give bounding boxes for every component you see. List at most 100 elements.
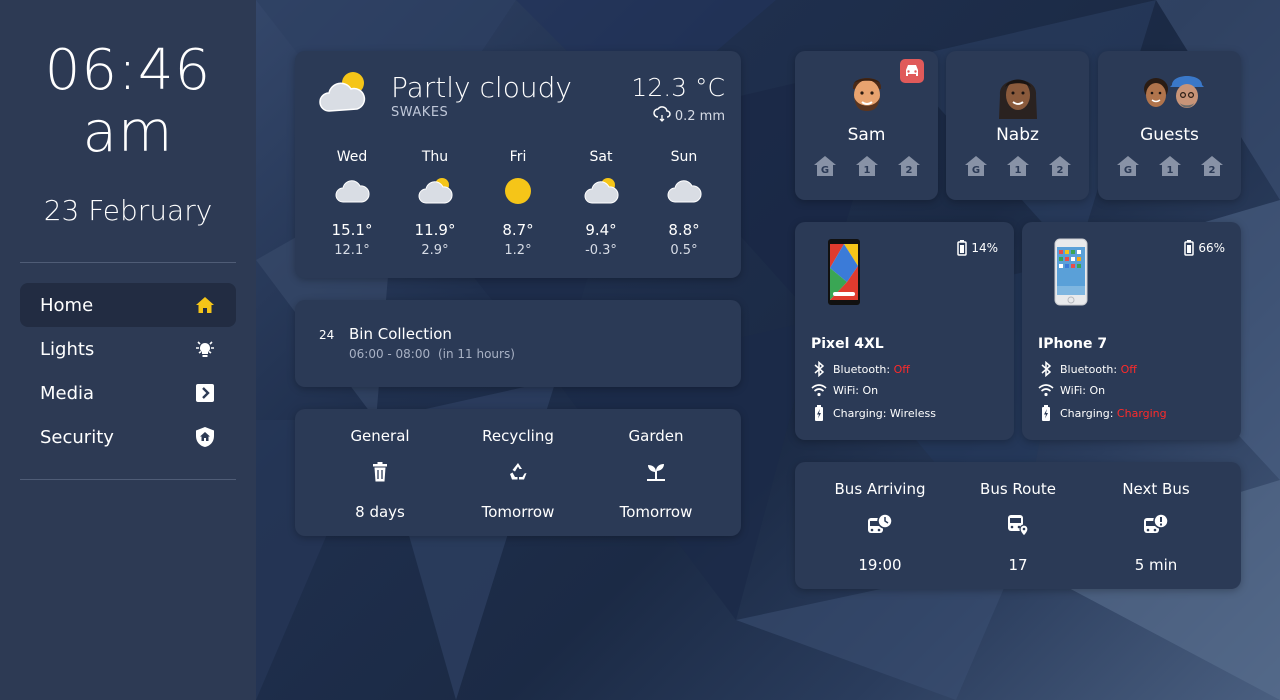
forecast-high: 15.1° — [331, 221, 373, 239]
forecast-day-name: Wed — [336, 149, 368, 165]
avatar — [795, 69, 938, 117]
svg-text:2: 2 — [1056, 165, 1063, 176]
bus-marker-icon — [958, 510, 1078, 540]
bin-general[interactable]: General 8 days — [320, 427, 440, 536]
battery-icon — [957, 240, 968, 256]
bluetooth-value: Off — [893, 362, 910, 376]
person-name: Sam — [847, 125, 886, 145]
bin-value: Tomorrow — [481, 503, 555, 521]
battery-indicator: 14% — [957, 240, 998, 256]
recycle-icon — [458, 457, 578, 487]
calendar-event-card[interactable]: 24 Bin Collection 06:00 - 08:00 (in 11 h… — [295, 300, 741, 387]
svg-text:G: G — [971, 165, 979, 176]
event-day: 24 — [319, 328, 335, 342]
sidebar-nav: Home Lights Media Security — [20, 283, 236, 459]
svg-text:1: 1 — [1014, 165, 1021, 176]
battery-value: 66% — [1198, 241, 1225, 255]
shield-home-icon — [194, 426, 216, 448]
bus-alert-icon — [1096, 510, 1216, 540]
sidebar-item-security[interactable]: Security — [20, 415, 236, 459]
sidebar-item-home[interactable]: Home — [20, 283, 236, 327]
bus-value: 5 min — [1134, 556, 1178, 574]
avatar — [1098, 69, 1241, 115]
person-card-sam[interactable]: Sam G 1 2 — [795, 51, 938, 200]
charging-status: Charging: Wireless — [811, 405, 936, 421]
trash-icon — [320, 457, 440, 487]
floor-1-icon: 1 — [1158, 156, 1181, 176]
floor-2-icon: 2 — [897, 156, 920, 176]
weather-condition: Partly cloudy — [391, 71, 572, 104]
forecast-high: 9.4° — [585, 221, 617, 239]
wifi-status: WiFi: On — [1038, 383, 1105, 397]
person-card-nabz[interactable]: Nabz G 1 2 — [946, 51, 1089, 200]
forecast-day-name: Sun — [670, 149, 698, 165]
floor-g-icon: G — [1116, 156, 1139, 176]
charging-status: Charging: Charging — [1038, 405, 1167, 421]
forecast-day-name: Sat — [589, 149, 613, 165]
floor-g-icon: G — [813, 156, 836, 176]
weather-temperature: 12.3 °C — [631, 73, 725, 102]
charging-label: Charging: — [833, 406, 887, 420]
floor-2-icon: 2 — [1200, 156, 1223, 176]
person-card-guests[interactable]: Guests G 1 2 — [1098, 51, 1241, 200]
sidebar-item-label: Media — [40, 382, 95, 404]
floor-1-icon: 1 — [1006, 156, 1029, 176]
charging-label: Charging: — [1060, 406, 1114, 420]
bin-garden[interactable]: Garden Tomorrow — [596, 427, 716, 536]
partly-cloudy-icon — [315, 69, 371, 119]
bus-clock-icon — [820, 510, 940, 540]
wifi-value: On — [1089, 383, 1106, 397]
bluetooth-status: Bluetooth: Off — [1038, 361, 1137, 377]
bus-label: Bus Route — [980, 480, 1056, 498]
bus-arriving[interactable]: Bus Arriving 19:00 — [820, 480, 940, 589]
battery-indicator: 66% — [1184, 240, 1225, 256]
svg-text:2: 2 — [1208, 165, 1215, 176]
floor-indicators: G 1 2 — [1098, 155, 1241, 177]
clock-ampm: am — [82, 100, 174, 165]
forecast-day-name: Fri — [509, 149, 527, 165]
sidebar-item-media[interactable]: Media — [20, 371, 236, 415]
sidebar-item-label: Home — [40, 294, 94, 316]
battery-value: 14% — [971, 241, 998, 255]
bin-recycling[interactable]: Recycling Tomorrow — [458, 427, 578, 536]
forecast-high: 8.7° — [502, 221, 534, 239]
forecast-low: 0.5° — [670, 243, 698, 258]
forecast-day-name: Thu — [421, 149, 449, 165]
date-label: 23 February — [43, 194, 213, 227]
sprout-icon — [596, 457, 716, 487]
phone-card-iphone[interactable]: 66% IPhone 7 Bluetooth: Off WiFi: On Cha… — [1022, 222, 1241, 440]
rain-icon — [653, 106, 671, 126]
weather-precipitation: 0.2 mm — [653, 106, 725, 126]
forecast-day: Sat 9.4° -0.3° — [560, 149, 642, 258]
bus-label: Next Bus — [1122, 480, 1190, 498]
wifi-icon — [1038, 384, 1054, 397]
sidebar-item-label: Lights — [40, 338, 95, 360]
bluetooth-icon — [1041, 361, 1052, 377]
battery-icon — [1184, 240, 1195, 256]
person-name: Guests — [1140, 125, 1199, 145]
bin-label: Recycling — [482, 427, 554, 445]
weather-card[interactable]: Partly cloudy SWAKES 12.3 °C 0.2 mm Wed … — [295, 51, 741, 278]
cloudy-icon — [643, 173, 725, 209]
svg-text:1: 1 — [1166, 165, 1173, 176]
floor-g-icon: G — [964, 156, 987, 176]
bluetooth-value: Off — [1120, 362, 1137, 376]
phone-name: Pixel 4XL — [811, 336, 884, 352]
forecast-row: Wed 15.1° 12.1° Thu 11.9° 2.9° Fri 8.7° … — [311, 149, 725, 258]
person-name: Nabz — [996, 125, 1039, 145]
bus-route[interactable]: Bus Route 17 — [958, 480, 1078, 589]
cloudy-icon — [311, 173, 393, 209]
bin-label: Garden — [628, 427, 684, 445]
event-relative-time: (in 11 hours) — [437, 347, 515, 361]
bin-label: General — [350, 427, 410, 445]
sidebar-item-lights[interactable]: Lights — [20, 327, 236, 371]
phone-card-pixel[interactable]: 14% Pixel 4XL Bluetooth: Off WiFi: On Ch… — [795, 222, 1014, 440]
wifi-label: WiFi: — [833, 383, 859, 397]
floor-indicators: G 1 2 — [946, 155, 1089, 177]
bin-value: Tomorrow — [619, 503, 693, 521]
forecast-low: 12.1° — [334, 243, 370, 258]
next-bus[interactable]: Next Bus 5 min — [1096, 480, 1216, 589]
iphone-image — [1054, 238, 1088, 310]
clock: 06:46 am — [0, 40, 256, 164]
forecast-low: 1.2° — [504, 243, 532, 258]
